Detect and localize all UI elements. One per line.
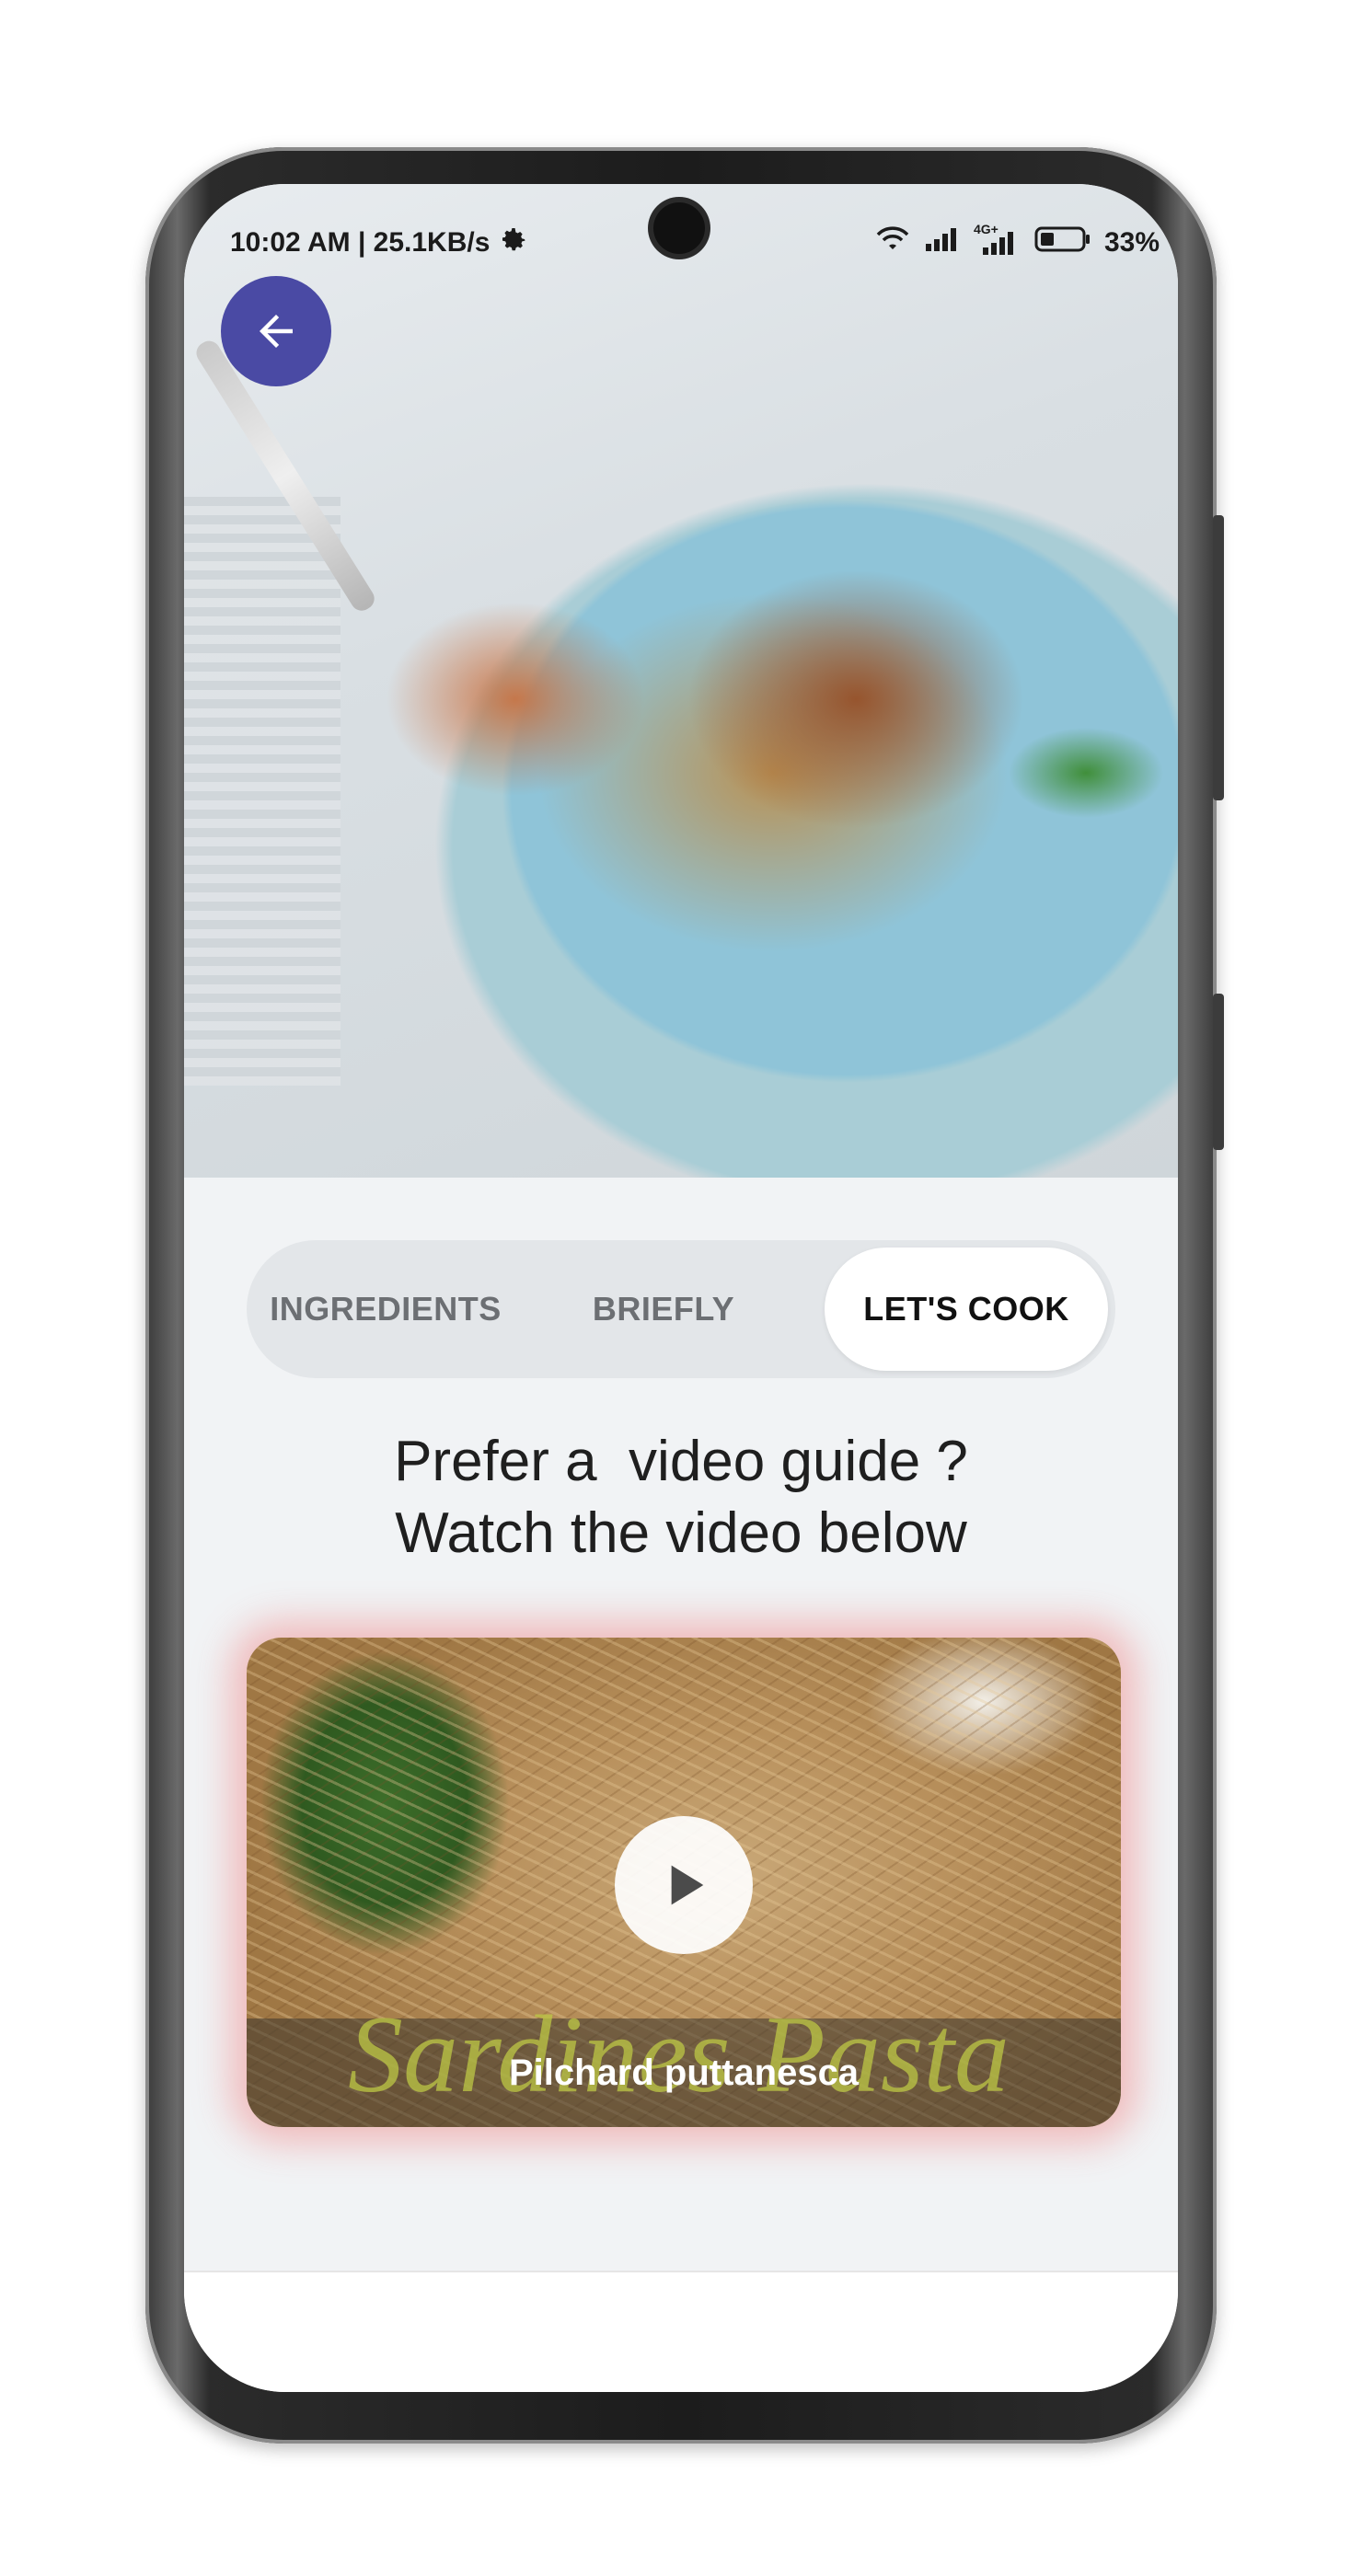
settings-gear-icon: [499, 224, 528, 261]
signal-icon: [924, 225, 961, 260]
napkin-decoration: [184, 497, 340, 1086]
video-prompt-line1: Prefer a video guide ?: [394, 1430, 968, 1493]
bottom-bar: [184, 2271, 1178, 2392]
front-camera: [653, 202, 705, 254]
video-prompt-line2: Watch the video below: [395, 1501, 967, 1565]
volume-button: [1213, 515, 1224, 800]
battery-percent: 33%: [1103, 227, 1160, 258]
status-bar: 10:02 AM | 25.1KB/s 4G+ 33%: [184, 184, 1178, 285]
tab-briefly[interactable]: BRIEFLY: [525, 1240, 802, 1378]
tab-lets-cook[interactable]: LET'S COOK: [825, 1248, 1108, 1371]
recipe-hero-image: [184, 184, 1178, 1178]
video-thumbnail[interactable]: Sardines Pasta Pilchard puttanesca: [247, 1638, 1121, 2127]
power-button: [1213, 994, 1224, 1150]
back-button[interactable]: [221, 276, 331, 386]
battery-icon: [1034, 224, 1091, 261]
play-icon: [671, 1865, 704, 1905]
recipe-tabs: INGREDIENTS BRIEFLY LET'S COOK: [247, 1240, 1115, 1378]
screen: 10:02 AM | 25.1KB/s 4G+ 33% INGREDIENTS …: [184, 184, 1178, 2392]
video-prompt-heading: Prefer a video guide ? Watch the video b…: [184, 1426, 1178, 1570]
back-arrow-icon: [260, 315, 293, 348]
video-caption-bar: Sardines Pasta Pilchard puttanesca: [247, 1993, 1121, 2127]
tab-ingredients[interactable]: INGREDIENTS: [247, 1240, 525, 1378]
status-right: 4G+ 33%: [874, 222, 1160, 261]
wifi-icon: [874, 225, 911, 260]
play-button[interactable]: [615, 1816, 753, 1954]
signal-4g-icon: 4G+: [974, 222, 1022, 257]
video-title: Pilchard puttanesca: [508, 2052, 860, 2093]
status-time-speed: 10:02 AM | 25.1KB/s: [230, 227, 491, 258]
status-left: 10:02 AM | 25.1KB/s: [230, 224, 528, 261]
recipe-content: INGREDIENTS BRIEFLY LET'S COOK Prefer a …: [184, 1178, 1178, 2271]
